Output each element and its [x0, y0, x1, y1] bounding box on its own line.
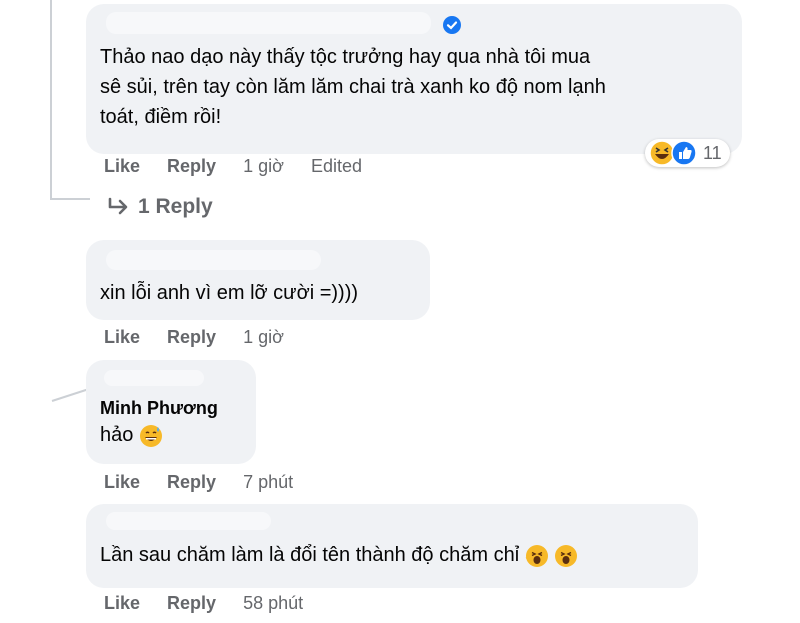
laughing-emoji	[525, 544, 548, 567]
author-name	[106, 250, 321, 270]
reaction-count: 11	[703, 142, 722, 163]
view-replies-link[interactable]: 1 Reply	[106, 195, 213, 219]
reply-button[interactable]: Reply	[167, 472, 216, 492]
reply-button[interactable]: Reply	[167, 593, 216, 613]
comment-actions: Like Reply 7 phút	[104, 472, 315, 493]
laughing-emoji	[555, 544, 578, 567]
author-name[interactable]: Minh Phương	[100, 396, 242, 420]
like-button[interactable]: Like	[104, 327, 140, 347]
like-button[interactable]: Like	[104, 472, 140, 492]
blurred-label	[104, 370, 204, 386]
thread-line	[50, 198, 90, 200]
reply-arrow-icon	[108, 197, 128, 215]
timestamp[interactable]: 1 giờ	[243, 156, 284, 176]
like-button[interactable]: Like	[104, 593, 140, 613]
reply-button[interactable]: Reply	[167, 156, 216, 176]
thread-line	[50, 0, 52, 200]
comment-actions: Like Reply 1 giờ Edited	[104, 156, 384, 177]
edited-label: Edited	[310, 156, 362, 176]
like-button[interactable]: Like	[104, 156, 140, 176]
reaction-summary[interactable]: 11	[645, 139, 730, 167]
timestamp[interactable]: 1 giờ	[243, 327, 284, 347]
comment-text: xin lỗi anh vì em lỡ cười =))))	[100, 282, 359, 304]
timestamp[interactable]: 58 phút	[243, 593, 303, 613]
replies-count: 1 Reply	[138, 195, 213, 218]
comment-bubble: Minh Phương hảo	[86, 360, 256, 464]
thread-line	[51, 388, 87, 402]
grinning-sweat-emoji	[139, 424, 162, 447]
timestamp[interactable]: 7 phút	[243, 472, 293, 492]
like-icon	[671, 140, 697, 166]
comment-bubble: Thảo nao dạo này thấy tộc trưởng hay qua…	[86, 4, 742, 154]
comment-bubble: Lần sau chăm làm là đổi tên thành độ chă…	[86, 504, 698, 588]
verified-badge-icon	[443, 16, 461, 34]
comment-text: hảo	[100, 420, 242, 450]
reply-button[interactable]: Reply	[167, 327, 216, 347]
author-name	[106, 512, 271, 530]
comment-actions: Like Reply 58 phút	[104, 593, 325, 614]
comment-text: Thảo nao dạo này thấy tộc trưởng hay qua…	[100, 46, 606, 128]
comment-text: Lần sau chăm làm là đổi tên thành độ chă…	[100, 540, 684, 570]
author-name	[106, 12, 431, 34]
comment-bubble: xin lỗi anh vì em lỡ cười =))))	[86, 240, 430, 320]
comment-actions: Like Reply 1 giờ	[104, 327, 306, 348]
